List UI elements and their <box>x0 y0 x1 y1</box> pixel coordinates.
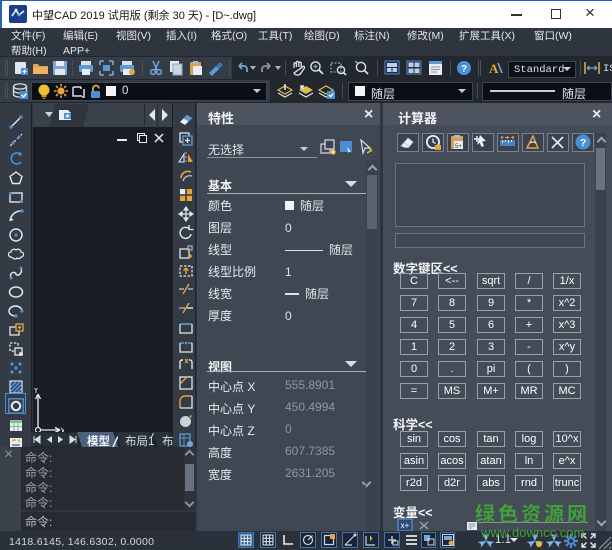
svg-text:?: ? <box>580 138 586 149</box>
svg-text:5+: 5+ <box>455 144 462 150</box>
svg-text:?: ? <box>461 64 467 75</box>
svg-text:Y: Y <box>33 388 39 395</box>
svg-text:x+: x+ <box>401 521 410 530</box>
